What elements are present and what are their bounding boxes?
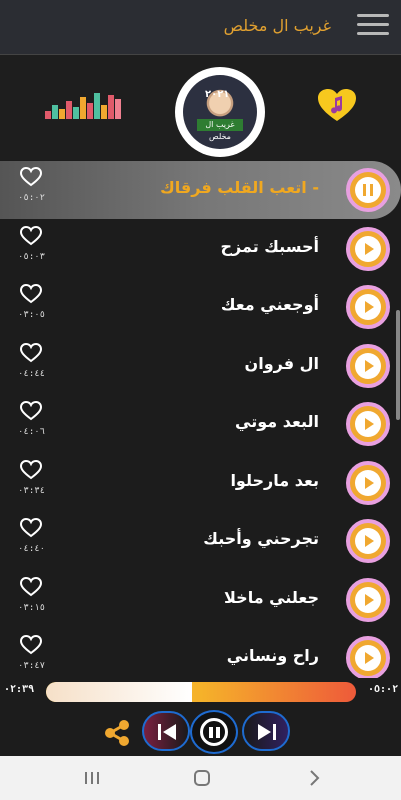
heart-outline-icon[interactable] (19, 400, 43, 421)
song-title: جعلني ماخلا (224, 587, 319, 607)
skip-next-icon (258, 724, 276, 740)
play-pause-button[interactable] (190, 710, 238, 754)
app-title: غريب ال مخلص (223, 16, 331, 35)
song-play-button[interactable] (346, 226, 390, 271)
play-icon (365, 535, 374, 547)
song-title: راح ونساني (226, 646, 319, 665)
home-icon[interactable] (190, 766, 214, 790)
heart-outline-icon[interactable] (19, 459, 43, 480)
song-title: - اتعب القلب فرقاك (160, 178, 319, 197)
avatar-tag: غريب ال مخلص (197, 119, 243, 141)
song-play-button[interactable] (346, 636, 390, 678)
song-title: أحسبك تمزح (220, 236, 319, 256)
song-title: بعد مارحلوا (230, 470, 319, 490)
song-row[interactable]: ٠٤:٤٤ ال فروان (0, 337, 401, 395)
play-icon (365, 652, 374, 664)
play-icon (365, 476, 374, 489)
song-title: تجرحني وأحبك (203, 529, 319, 548)
song-play-button[interactable] (346, 343, 390, 388)
pause-icon (363, 184, 373, 196)
total-time: ٠٥:٠٢ (368, 684, 399, 695)
top-app-bar: غريب ال مخلص (0, 0, 401, 55)
song-row[interactable]: ٠٣:٠٥ أوجعني معك (0, 278, 401, 336)
song-play-button[interactable] (346, 519, 390, 563)
pause-icon (200, 718, 228, 746)
song-play-button[interactable] (346, 577, 390, 622)
play-icon (365, 301, 374, 313)
current-time: ٠٢:٣٩ (4, 684, 35, 695)
song-duration: ٠٤:٤٤ (18, 368, 46, 379)
song-duration: ٠٣:٤٧ (18, 661, 46, 671)
song-title: البعد موتي (235, 412, 319, 431)
song-play-button[interactable] (346, 460, 390, 505)
song-row[interactable]: ٠٥:٠٣ أحسبك تمزح (0, 220, 401, 278)
song-row[interactable]: ٠٥:٠٢ - اتعب القلب فرقاك (0, 161, 401, 219)
song-row[interactable]: ٠٤:٤٠ تجرحني وأحبك (0, 512, 401, 570)
song-duration: ٠٥:٠٣ (18, 251, 46, 262)
play-icon (365, 359, 374, 372)
song-title: ال فروان (244, 353, 319, 373)
player-controls: ٠٢:٣٩ ٠٥:٠٢ (0, 678, 401, 756)
song-title: أوجعني معك (220, 295, 319, 314)
equalizer-icon (45, 91, 123, 119)
heart-outline-icon[interactable] (19, 283, 43, 304)
system-nav-bar (0, 756, 401, 800)
play-icon (365, 418, 374, 430)
heart-outline-icon[interactable] (19, 576, 43, 597)
skip-previous-button[interactable] (142, 711, 190, 751)
share-icon[interactable] (104, 720, 130, 746)
avatar-year: ٢٠٢١ (205, 89, 230, 100)
heart-outline-icon[interactable] (19, 225, 43, 246)
play-icon (365, 242, 374, 255)
song-duration: ٠٤:٠٦ (18, 427, 46, 437)
song-play-button[interactable] (346, 402, 390, 446)
heart-outline-icon[interactable] (19, 342, 43, 363)
song-row[interactable]: ٠٣:٣٤ بعد مارحلوا (0, 454, 401, 512)
song-duration: ٠٥:٠٢ (18, 193, 46, 203)
progress-fill (46, 682, 192, 702)
heart-outline-icon[interactable] (19, 634, 43, 655)
song-duration: ٠٣:١٥ (18, 602, 46, 613)
scrollbar[interactable] (396, 310, 400, 420)
heart-outline-icon[interactable] (19, 517, 43, 538)
skip-next-button[interactable] (242, 711, 290, 751)
skip-previous-icon (158, 724, 176, 740)
hamburger-menu-icon[interactable] (357, 14, 389, 40)
song-row[interactable]: ٠٤:٠٦ البعد موتي (0, 395, 401, 453)
song-pause-button[interactable] (346, 168, 390, 212)
favorites-heart-music-icon[interactable] (318, 89, 356, 123)
play-icon (365, 593, 374, 606)
now-playing-header: ٢٠٢١ غريب ال مخلص (0, 55, 401, 160)
progress-bar[interactable] (46, 682, 356, 702)
song-list[interactable]: ٠٥:٠٢ - اتعب القلب فرقاك ٠٥:٠٣ أحسبك تمزح ٠٣… (0, 160, 401, 678)
song-duration: ٠٣:٠٥ (18, 310, 46, 320)
artist-avatar: ٢٠٢١ غريب ال مخلص (175, 67, 265, 157)
song-duration: ٠٤:٤٠ (18, 544, 46, 554)
recent-apps-icon[interactable] (80, 766, 104, 790)
song-row[interactable]: ٠٣:٤٧ راح ونساني (0, 629, 401, 678)
song-duration: ٠٣:٣٤ (18, 485, 46, 496)
heart-outline-icon[interactable] (19, 166, 43, 187)
song-row[interactable]: ٠٣:١٥ جعلني ماخلا (0, 571, 401, 629)
song-play-button[interactable] (346, 285, 390, 329)
back-icon[interactable] (302, 766, 326, 790)
